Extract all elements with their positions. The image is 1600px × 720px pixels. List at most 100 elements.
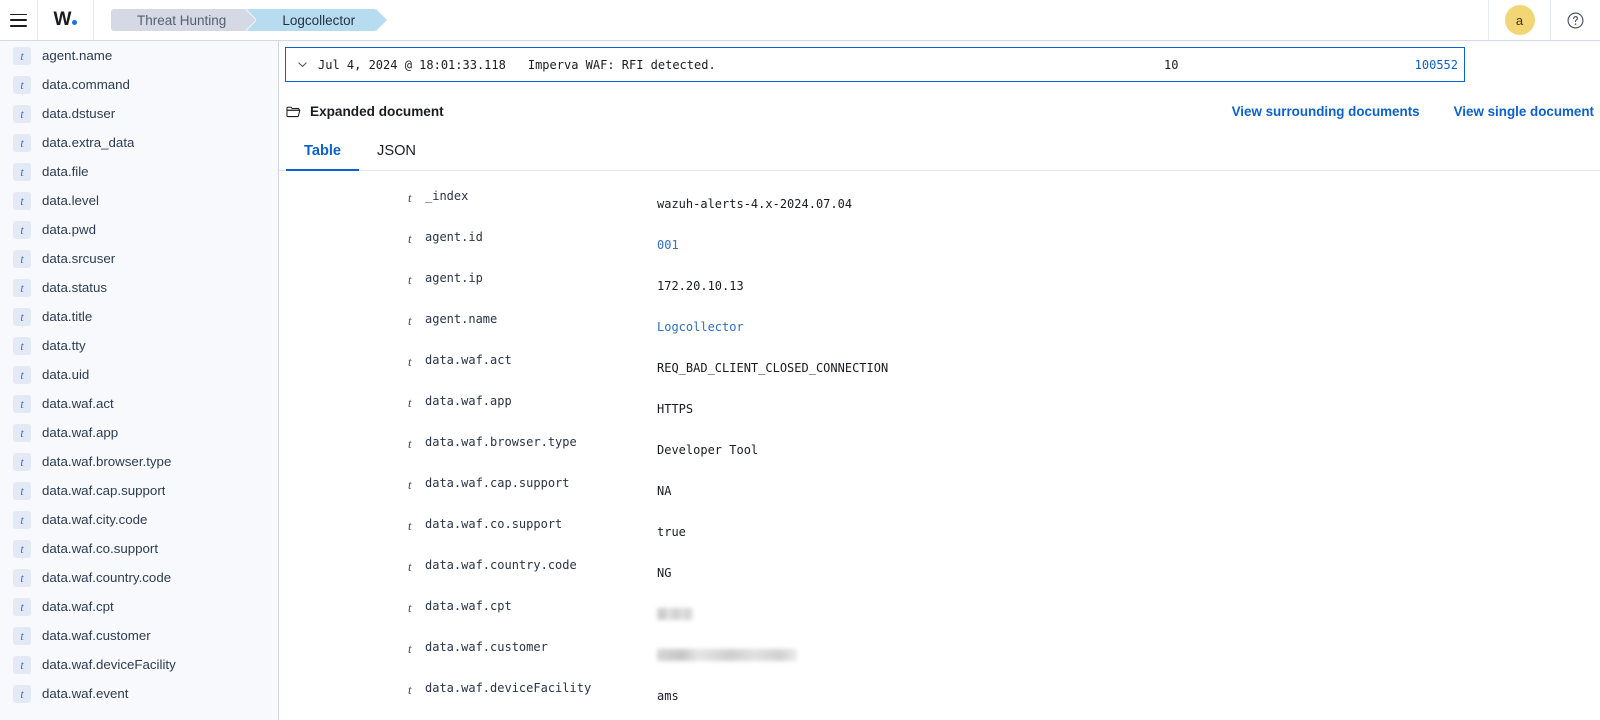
wazuh-discover-page: W Threat Hunting Logcollector a t agent.n…	[0, 0, 1600, 720]
document-field-row: t data.waf.cap.support NA	[279, 464, 1600, 505]
document-field-name: data.waf.country.code	[425, 558, 577, 572]
breadcrumb-item-threat-hunting[interactable]: Threat Hunting	[111, 9, 257, 31]
field-type-string-icon: t	[408, 396, 412, 410]
field-type-string-icon: t	[408, 642, 412, 656]
collapse-document-button[interactable]	[286, 58, 318, 71]
field-type-string-icon: t	[408, 437, 412, 451]
sidebar-field-item[interactable]: t agent.name	[0, 41, 278, 70]
sidebar-field-item[interactable]: t data.waf.customer	[0, 621, 278, 650]
question-mark-circle-icon	[1567, 12, 1584, 28]
field-type-string-icon: t	[13, 684, 31, 703]
sidebar-field-item[interactable]: t data.title	[0, 302, 278, 331]
document-field-name: data.waf.customer	[425, 640, 548, 654]
sidebar-field-item[interactable]: t data.file	[0, 157, 278, 186]
field-type-string-icon: t	[13, 452, 31, 471]
view-surrounding-documents-link[interactable]: View surrounding documents	[1232, 104, 1420, 119]
logo-dot-icon	[72, 20, 78, 25]
document-id-link[interactable]: 100552	[1344, 58, 1464, 72]
document-field-value: NA	[657, 484, 672, 498]
document-level: 10	[1164, 57, 1179, 72]
sidebar-field-label: data.level	[42, 193, 99, 208]
avatar: a	[1504, 5, 1535, 35]
sidebar-field-item[interactable]: t data.waf.cpt	[0, 592, 278, 621]
field-type-string-icon: t	[13, 278, 31, 297]
sidebar-field-item[interactable]: t data.srcuser	[0, 244, 278, 273]
field-type-string-icon: t	[13, 191, 31, 210]
sidebar-field-item[interactable]: t data.waf.browser.type	[0, 447, 278, 476]
top-navigation-bar: W Threat Hunting Logcollector a	[0, 0, 1600, 41]
breadcrumb: Threat Hunting Logcollector	[94, 0, 387, 40]
field-type-string-icon: t	[13, 307, 31, 326]
field-type-string-icon: t	[13, 365, 31, 384]
field-type-string-icon: t	[408, 314, 412, 328]
selected-document-row[interactable]: Jul 4, 2024 @ 18:01:33.118 Imperva WAF: …	[285, 47, 1465, 82]
sidebar-field-item[interactable]: t data.waf.act	[0, 389, 278, 418]
field-type-string-icon: t	[13, 162, 31, 181]
help-button[interactable]	[1550, 0, 1600, 40]
sidebar-field-label: data.command	[42, 77, 130, 92]
sidebar-field-item[interactable]: t data.command	[0, 70, 278, 99]
document-field-value: true	[657, 525, 686, 539]
field-type-string-icon: t	[13, 539, 31, 558]
document-fields-table: t _index wazuh-alerts-4.x-2024.07.04 t agent…	[279, 177, 1600, 710]
document-field-value: HTTPS	[657, 402, 694, 416]
sidebar-field-label: data.status	[42, 280, 108, 295]
expanded-document-header: Expanded document View surrounding docum…	[279, 104, 1600, 119]
document-field-name: data.waf.act	[425, 353, 512, 367]
sidebar-field-label: data.waf.act	[42, 396, 114, 411]
field-type-string-icon: t	[408, 683, 412, 697]
hamburger-menu-icon	[10, 13, 27, 27]
field-type-string-icon: t	[408, 232, 412, 246]
sidebar-field-item[interactable]: t data.waf.app	[0, 418, 278, 447]
sidebar-field-item[interactable]: t data.waf.country.code	[0, 563, 278, 592]
sidebar-field-item[interactable]: t data.status	[0, 273, 278, 302]
available-fields-sidebar[interactable]: t agent.name t data.command t data.dstuser t da…	[0, 41, 279, 720]
sidebar-field-item[interactable]: t data.waf.cap.support	[0, 476, 278, 505]
document-field-name: agent.name	[425, 312, 498, 326]
field-type-string-icon: t	[13, 568, 31, 587]
document-field-value[interactable]: Logcollector	[657, 320, 744, 334]
sidebar-field-item[interactable]: t data.waf.city.code	[0, 505, 278, 534]
sidebar-field-label: data.waf.city.code	[42, 512, 148, 527]
field-type-string-icon: t	[13, 220, 31, 239]
sidebar-field-label: data.uid	[42, 367, 90, 382]
sidebar-field-item[interactable]: t data.extra_data	[0, 128, 278, 157]
sidebar-field-item[interactable]: t data.waf.co.support	[0, 534, 278, 563]
document-field-name: data.waf.cpt	[425, 599, 512, 613]
sidebar-field-label: data.srcuser	[42, 251, 116, 266]
sidebar-field-item[interactable]: t data.tty	[0, 331, 278, 360]
document-field-value-redacted	[657, 608, 693, 620]
field-type-string-icon: t	[408, 273, 412, 287]
field-type-string-icon: t	[13, 481, 31, 500]
field-type-string-icon: t	[408, 478, 412, 492]
breadcrumb-item-logcollector[interactable]: Logcollector	[246, 9, 387, 31]
document-field-name: _index	[425, 189, 469, 203]
sidebar-field-item[interactable]: t data.waf.deviceFacility	[0, 650, 278, 679]
sidebar-field-label: data.tty	[42, 338, 86, 353]
available-fields-list: t agent.name t data.command t data.dstuser t da…	[0, 41, 278, 708]
document-field-name: agent.ip	[425, 271, 483, 285]
document-field-row: t agent.ip 172.20.10.13	[279, 259, 1600, 300]
document-timestamp: Jul 4, 2024 @ 18:01:33.118	[318, 57, 506, 72]
user-avatar-button[interactable]: a	[1488, 0, 1550, 40]
field-type-string-icon: t	[408, 519, 412, 533]
document-field-value: ams	[657, 689, 679, 703]
document-field-name: data.waf.co.support	[425, 517, 563, 531]
view-single-document-link[interactable]: View single document	[1454, 104, 1594, 119]
document-field-name: data.waf.deviceFacility	[425, 681, 592, 695]
document-field-row: t data.waf.act REQ_BAD_CLIENT_CLOSED_CONNE…	[279, 341, 1600, 382]
field-type-string-icon: t	[13, 655, 31, 674]
sidebar-field-item[interactable]: t data.waf.event	[0, 679, 278, 708]
sidebar-field-item[interactable]: t data.uid	[0, 360, 278, 389]
sidebar-field-item[interactable]: t data.level	[0, 186, 278, 215]
document-field-value[interactable]: 001	[657, 238, 679, 252]
sidebar-field-item[interactable]: t data.dstuser	[0, 99, 278, 128]
menu-toggle-button[interactable]	[0, 0, 38, 40]
tab-json[interactable]: JSON	[359, 143, 434, 170]
sidebar-field-item[interactable]: t data.pwd	[0, 215, 278, 244]
tab-table[interactable]: Table	[286, 143, 360, 172]
sidebar-field-label: data.waf.country.code	[42, 570, 172, 585]
sidebar-field-label: data.waf.cap.support	[42, 483, 166, 498]
sidebar-field-label: data.file	[42, 164, 89, 179]
app-logo[interactable]: W	[38, 0, 94, 40]
